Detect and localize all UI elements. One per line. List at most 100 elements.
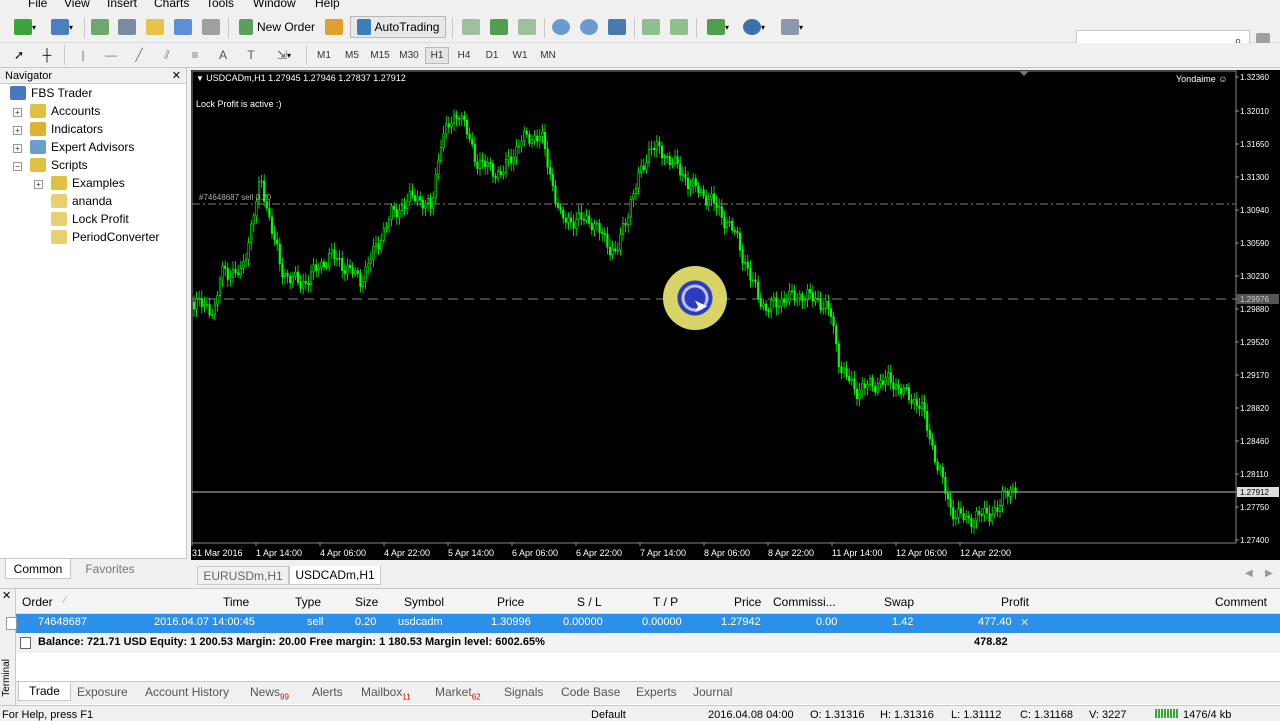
chart-shift-button[interactable] [640,16,662,38]
candlesticks-button[interactable] [488,16,510,38]
expand-examples-icon[interactable]: + [34,180,43,189]
terminal-button[interactable] [173,16,193,38]
tab-experts[interactable]: Experts [636,685,677,699]
scroll-left-icon[interactable]: ◀ [1245,568,1253,579]
nav-item-examples[interactable]: Examples [51,176,125,190]
trendline-button[interactable]: ╱ [128,44,150,66]
menu-insert[interactable]: Insert [107,0,137,10]
meta-editor-button[interactable] [324,16,344,38]
tab-code-base[interactable]: Code Base [561,685,620,699]
data-window-button[interactable] [117,16,137,38]
timeframe-m1[interactable]: M1 [312,47,336,64]
expand-indicators-icon[interactable]: + [13,126,22,135]
tab-alerts[interactable]: Alerts [312,685,343,699]
horizontal-line-button[interactable]: — [100,44,122,66]
market-watch-button[interactable] [90,16,110,38]
column-commission[interactable]: Commissi... [773,595,836,609]
auto-trading-button[interactable]: AutoTrading [350,16,446,38]
timeframe-m5[interactable]: M5 [340,47,364,64]
tab-journal[interactable]: Journal [693,685,732,699]
templates-icon [780,19,799,35]
new-chart-button[interactable]: ▾ [8,16,42,38]
column-time[interactable]: Time [223,595,249,609]
chart-tab-usdcad[interactable]: USDCADm,H1 [289,566,381,585]
tab-signals[interactable]: Signals [504,685,543,699]
text-button[interactable]: A [212,44,234,66]
menu-tools[interactable]: Tools [206,0,234,10]
new-order-button[interactable]: New Order [236,16,318,38]
timeframe-h4[interactable]: H4 [452,47,476,64]
column-comment[interactable]: Comment [1215,595,1267,609]
zoom-in-button[interactable] [550,16,572,38]
cursor-button[interactable]: ➚ [8,44,30,66]
tab-trade[interactable]: Trade [18,682,71,701]
menu-file[interactable]: File [28,0,47,10]
tab-account-history[interactable]: Account History [145,685,229,699]
nav-item-indicators[interactable]: Indicators [30,122,103,136]
timeframe-d1[interactable]: D1 [480,47,504,64]
timeframe-w1[interactable]: W1 [508,47,532,64]
menu-window[interactable]: Window [253,0,296,10]
menu-help[interactable]: Help [315,0,340,10]
nav-item-ananda[interactable]: ananda [51,194,112,208]
indicators-list-button[interactable]: ▾ [702,16,734,38]
column-price[interactable]: Price [497,595,524,609]
chart-tab-eurusd[interactable]: EURUSDm,H1 [197,566,289,585]
column-type[interactable]: Type [295,595,321,609]
fibonacci-button[interactable]: ≡ [184,44,206,66]
zoom-out-button[interactable] [578,16,600,38]
text-label-button[interactable]: T [240,44,262,66]
table-row[interactable]: 74648687 2016.04.07 14:00:45 sell 0.20 u… [6,614,1280,633]
column-size[interactable]: Size [355,595,378,609]
tab-market[interactable]: Market62 [435,685,481,701]
expand-accounts-icon[interactable]: + [13,108,22,117]
candle-body [907,387,911,401]
column-current-price[interactable]: Price [734,595,761,609]
nav-item-scripts[interactable]: Scripts [30,158,88,172]
candle-body [965,515,968,520]
vertical-line-button[interactable]: | [72,44,94,66]
timeframe-mn[interactable]: MN [536,47,560,64]
price-chart[interactable]: 1.32360 1.32010 1.31650 1.31300 1.30940 1.305… [191,70,1280,560]
column-take-profit[interactable]: T / P [653,595,678,609]
nav-item-lock-profit[interactable]: Lock Profit [51,212,129,226]
column-order[interactable]: Order [22,595,53,609]
menu-view[interactable]: View [64,0,90,10]
candle-body [647,148,651,163]
column-symbol[interactable]: Symbol [404,595,444,609]
tile-windows-button[interactable] [606,16,628,38]
templates-button[interactable]: ▾ [776,16,808,38]
close-order-icon[interactable]: ✕ [1020,616,1029,629]
tab-favorites[interactable]: Favorites [76,559,144,579]
periods-button[interactable]: ▾ [738,16,770,38]
close-icon[interactable]: ✕ [172,68,181,84]
tab-common[interactable]: Common [5,559,71,579]
tab-mailbox[interactable]: Mailbox11 [361,685,411,701]
nav-item-accounts[interactable]: Accounts [30,104,100,118]
timeframe-m15[interactable]: M15 [367,47,393,64]
tab-exposure[interactable]: Exposure [77,685,128,699]
nav-item-expert-advisors[interactable]: Expert Advisors [30,140,134,154]
close-icon[interactable]: ✕ [2,589,11,602]
crosshair-button[interactable]: ┼ [36,44,58,66]
expand-expert-advisors-icon[interactable]: + [13,144,22,153]
equidistant-channel-button[interactable]: ⫽ [156,44,178,66]
tab-news[interactable]: News99 [250,685,289,701]
column-profit[interactable]: Profit [1001,595,1029,609]
nav-item-fbs-trader[interactable]: FBS Trader [10,86,92,100]
nav-item-period-converter[interactable]: PeriodConverter [51,230,159,244]
timeframe-h1[interactable]: H1 [425,47,449,64]
profiles-button[interactable]: ▾ [46,16,78,38]
arrows-button[interactable]: ⇲ ▾ [268,44,300,66]
timeframe-m30[interactable]: M30 [396,47,422,64]
autoscroll-button[interactable] [668,16,690,38]
bar-chart-button[interactable] [460,16,482,38]
collapse-scripts-icon[interactable]: − [13,162,22,171]
scroll-right-icon[interactable]: ▶ [1265,568,1273,579]
column-swap[interactable]: Swap [884,595,914,609]
navigator-button[interactable] [145,16,165,38]
line-chart-button[interactable] [516,16,538,38]
column-stop-loss[interactable]: S / L [577,595,602,609]
menu-charts[interactable]: Charts [154,0,189,10]
tester-button[interactable] [201,16,221,38]
